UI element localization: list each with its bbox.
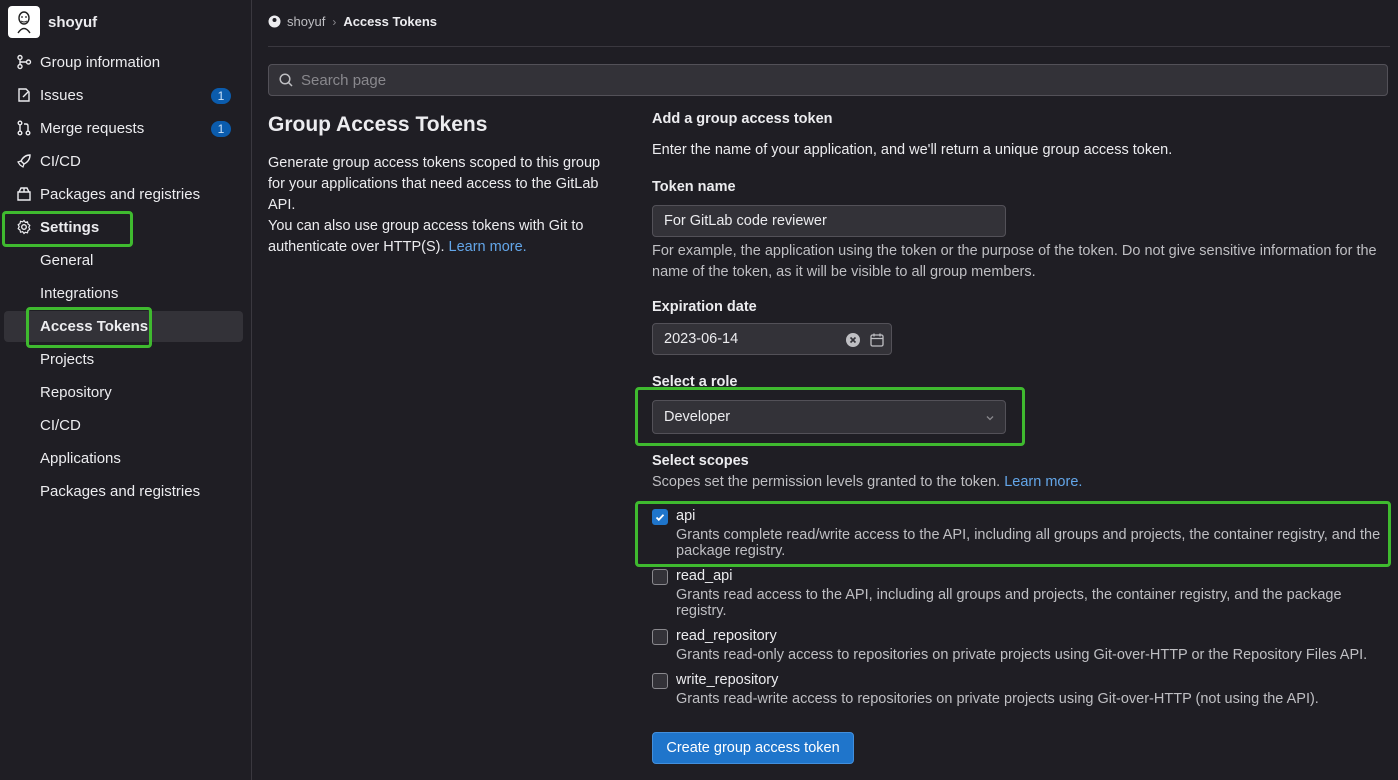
intro-paragraph-1: Generate group access tokens scoped to t…: [268, 155, 601, 213]
checkmark-icon: [655, 514, 665, 522]
sidebar-item-group-information[interactable]: Group information: [4, 47, 243, 78]
scopes-label: Select scopes: [652, 453, 749, 469]
sidebar-subitem-integrations[interactable]: Integrations: [4, 278, 243, 309]
breadcrumb-separator-icon: ›: [332, 14, 337, 29]
token-name-value: For GitLab code reviewer: [664, 213, 827, 229]
sidebar-subitem-projects[interactable]: Projects: [4, 344, 243, 375]
sidebar: shoyuf Group information Issues 1 Merge …: [0, 0, 252, 780]
calendar-icon[interactable]: [869, 332, 885, 348]
sidebar-item-label: Packages and registries: [40, 186, 201, 203]
scope-checkbox-write-repository[interactable]: [652, 673, 668, 689]
sidebar-item-label: Group information: [40, 54, 161, 71]
role-value: Developer: [664, 409, 731, 425]
sidebar-item-label: Access Tokens: [40, 318, 149, 335]
merge-request-icon: [17, 120, 31, 136]
scope-checkbox-read-repository[interactable]: [652, 629, 668, 645]
package-icon: [17, 187, 31, 201]
role-label: Select a role: [652, 374, 738, 390]
role-select[interactable]: Developer: [652, 400, 1006, 434]
scopes-help-text: Scopes set the permission levels granted…: [652, 474, 1001, 490]
token-name-field[interactable]: For GitLab code reviewer: [652, 205, 1006, 237]
token-name-label: Token name: [652, 179, 736, 195]
clear-icon[interactable]: [845, 332, 861, 348]
group-avatar[interactable]: [8, 6, 40, 38]
group-avatar-small-icon: [268, 15, 281, 28]
group-header[interactable]: shoyuf: [8, 6, 97, 38]
sidebar-subitem-general[interactable]: General: [4, 245, 243, 276]
sidebar-item-settings[interactable]: Settings: [4, 212, 243, 243]
intro-section: Group Access Tokens Generate group acces…: [268, 110, 618, 258]
scope-description: Grants complete read/write access to the…: [676, 527, 1381, 559]
sidebar-item-label: General: [40, 252, 94, 269]
sidebar-subitem-applications[interactable]: Applications: [4, 443, 243, 474]
chevron-down-icon: [986, 416, 994, 421]
create-token-button[interactable]: Create group access token: [652, 732, 854, 764]
scope-description: Grants read access to the API, including…: [676, 587, 1342, 619]
scope-name: read_api: [676, 568, 733, 584]
main-content: shoyuf › Access Tokens Group Access Toke…: [252, 0, 1398, 780]
scope-name: read_repository: [676, 628, 777, 644]
sidebar-subitem-ci-cd[interactable]: CI/CD: [4, 410, 243, 441]
sidebar-subitem-access-tokens[interactable]: Access Tokens: [4, 311, 243, 342]
intro-learn-more-link[interactable]: Learn more.: [449, 239, 527, 255]
scope-name: api: [676, 508, 696, 524]
group-name[interactable]: shoyuf: [48, 14, 97, 31]
search-box[interactable]: [268, 64, 1388, 96]
sidebar-item-label: Repository: [40, 384, 112, 401]
gear-icon: [17, 219, 31, 235]
scopes-learn-more-link[interactable]: Learn more.: [1004, 474, 1082, 490]
scope-name: write_repository: [676, 672, 779, 688]
search-input[interactable]: [299, 70, 1353, 90]
scope-checkbox-read-api[interactable]: [652, 569, 668, 585]
merge-requests-count-badge: 1: [211, 121, 231, 137]
issues-icon: [18, 88, 30, 102]
sidebar-item-label: Settings: [40, 219, 100, 236]
scope-description: Grants read-only access to repositories …: [676, 647, 1368, 663]
expiration-date-field[interactable]: 2023-06-14: [652, 323, 892, 355]
breadcrumb-group-link[interactable]: shoyuf: [287, 14, 325, 29]
sidebar-item-merge-requests[interactable]: Merge requests 1: [4, 113, 243, 144]
form-subheading: Enter the name of your application, and …: [652, 142, 1173, 158]
sidebar-item-label: Projects: [40, 351, 95, 368]
search-icon: [279, 73, 293, 87]
intro-paragraph-2-text: You can also use group access tokens wit…: [268, 218, 584, 255]
intro-paragraph-2: You can also use group access tokens wit…: [268, 216, 618, 258]
rocket-icon: [17, 154, 31, 168]
sidebar-item-label: Issues: [40, 87, 84, 104]
scopes-help: Scopes set the permission levels granted…: [652, 474, 1082, 490]
sidebar-item-issues[interactable]: Issues 1: [4, 80, 243, 111]
sidebar-subitem-packages-registries[interactable]: Packages and registries: [4, 476, 243, 507]
sidebar-item-label: Integrations: [40, 285, 119, 302]
date-actions: [845, 332, 885, 348]
scope-checkbox-api[interactable]: [652, 509, 668, 525]
expiration-date-label: Expiration date: [652, 299, 757, 315]
header-divider: [268, 46, 1390, 47]
issues-count-badge: 1: [211, 88, 231, 104]
add-token-form: Add a group access token Enter the name …: [635, 108, 1392, 764]
sidebar-item-label: CI/CD: [40, 417, 81, 434]
expiration-date-value: 2023-06-14: [664, 331, 739, 347]
form-heading: Add a group access token: [652, 111, 833, 127]
sidebar-item-label: Applications: [40, 450, 121, 467]
sidebar-item-label: CI/CD: [40, 153, 81, 170]
breadcrumb: shoyuf › Access Tokens: [268, 14, 437, 29]
sidebar-item-ci-cd[interactable]: CI/CD: [4, 146, 243, 177]
sidebar-subitem-repository[interactable]: Repository: [4, 377, 243, 408]
group-info-icon: [17, 54, 32, 70]
token-name-help: For example, the application using the t…: [652, 243, 1377, 280]
scope-description: Grants read-write access to repositories…: [676, 691, 1319, 707]
page-title: Group Access Tokens: [268, 113, 488, 136]
sidebar-item-label: Packages and registries: [40, 483, 201, 500]
sidebar-item-packages-registries[interactable]: Packages and registries: [4, 179, 243, 210]
breadcrumb-current[interactable]: Access Tokens: [343, 14, 437, 29]
intro-description: Generate group access tokens scoped to t…: [268, 153, 618, 258]
sidebar-item-label: Merge requests: [40, 120, 145, 137]
